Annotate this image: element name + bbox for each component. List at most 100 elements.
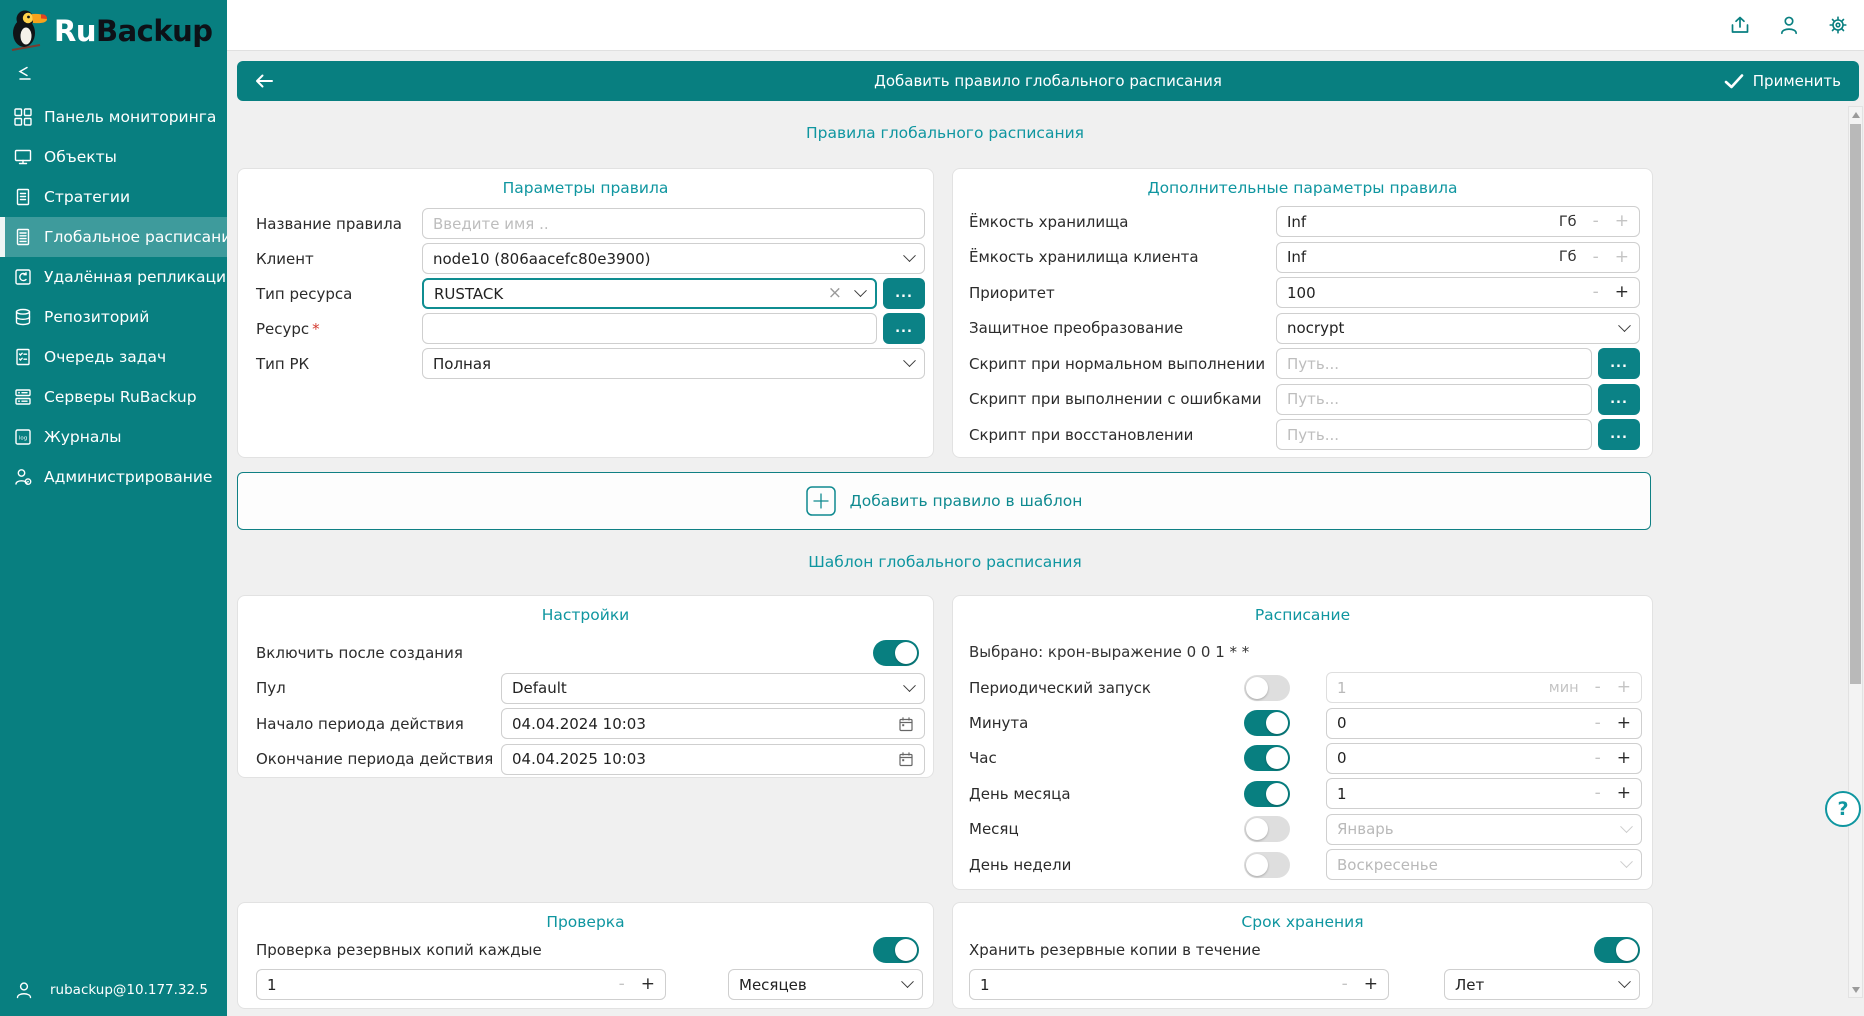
- weekday-toggle[interactable]: [1244, 852, 1290, 878]
- plus-stepper[interactable]: +: [1617, 785, 1631, 802]
- settings-gear-icon[interactable]: [1826, 13, 1850, 37]
- sidebar-item-global-schedule[interactable]: Глобальное расписание: [0, 217, 227, 257]
- periodic-run-toggle[interactable]: [1244, 675, 1290, 701]
- day-of-month-input[interactable]: 1 - +: [1326, 778, 1642, 809]
- periodic-run-input[interactable]: 1 мин - +: [1326, 672, 1642, 703]
- scroll-down-button[interactable]: [1849, 982, 1862, 997]
- script-restore-input[interactable]: Путь...: [1276, 419, 1592, 450]
- required-asterisk: *: [312, 320, 320, 338]
- verification-title: Проверка: [238, 903, 933, 931]
- script-error-label: Скрипт при выполнении с ошибками: [969, 390, 1276, 408]
- minus-stepper[interactable]: -: [1595, 785, 1601, 802]
- resource-type-combobox[interactable]: RUSTACK ×: [422, 278, 877, 309]
- crypt-row: Защитное преобразование nocrypt: [969, 311, 1640, 347]
- sidebar-collapse-button[interactable]: [0, 56, 227, 83]
- plus-stepper[interactable]: +: [641, 976, 655, 993]
- enable-after-create-toggle[interactable]: [873, 640, 919, 666]
- minus-stepper[interactable]: -: [1595, 715, 1601, 732]
- minus-stepper[interactable]: -: [1595, 679, 1601, 696]
- hour-input[interactable]: 0 - +: [1326, 743, 1642, 774]
- resource-label: Ресурс*: [256, 320, 422, 338]
- sidebar-item-dashboard[interactable]: Панель мониторинга: [0, 97, 227, 137]
- verification-value-input[interactable]: 1 - +: [256, 969, 666, 1000]
- minute-input[interactable]: 0 - +: [1326, 708, 1642, 739]
- logo-text: RuBackup: [54, 14, 213, 48]
- script-ok-label: Скрипт при нормальном выполнении: [969, 355, 1276, 373]
- sidebar-item-task-queue[interactable]: Очередь задач: [0, 337, 227, 377]
- day-of-month-label: День месяца: [969, 785, 1244, 803]
- verification-toggle[interactable]: [873, 937, 919, 963]
- plus-stepper[interactable]: +: [1617, 750, 1631, 767]
- script-restore-browse-button[interactable]: ...: [1598, 419, 1640, 450]
- profile-icon[interactable]: [1777, 13, 1801, 37]
- hour-toggle[interactable]: [1244, 745, 1290, 771]
- toucan-logo-icon: [8, 9, 48, 53]
- sidebar-item-strategies[interactable]: Стратегии: [0, 177, 227, 217]
- minus-stepper[interactable]: -: [1595, 750, 1601, 767]
- client-capacity-input[interactable]: Inf Гб - +: [1276, 242, 1640, 273]
- scroll-up-button[interactable]: [1849, 107, 1862, 122]
- retention-toggle[interactable]: [1594, 937, 1640, 963]
- rule-name-input[interactable]: Введите имя ..: [422, 208, 925, 239]
- script-error-input[interactable]: Путь...: [1276, 384, 1592, 415]
- sidebar-item-administration[interactable]: Администрирование: [0, 457, 227, 497]
- resource-input[interactable]: [422, 313, 877, 344]
- day-of-month-toggle[interactable]: [1244, 781, 1290, 807]
- script-ok-browse-button[interactable]: ...: [1598, 348, 1640, 379]
- resource-browse-button[interactable]: ...: [883, 313, 925, 344]
- period-end-input[interactable]: 04.04.2025 10:03: [501, 744, 925, 775]
- minus-stepper[interactable]: -: [1593, 249, 1599, 266]
- add-rule-to-template-button[interactable]: Добавить правило в шаблон: [237, 472, 1651, 530]
- apply-button[interactable]: Применить: [1724, 72, 1859, 90]
- verification-unit-select[interactable]: Месяцев: [728, 969, 923, 1000]
- resource-type-browse-button[interactable]: ...: [883, 278, 925, 309]
- toggle-knob: [895, 939, 917, 961]
- help-button[interactable]: ?: [1825, 791, 1861, 827]
- sidebar-item-servers[interactable]: Серверы RuBackup: [0, 377, 227, 417]
- plus-stepper[interactable]: +: [1364, 976, 1378, 993]
- rk-type-select[interactable]: Полная: [422, 348, 925, 379]
- plus-stepper[interactable]: +: [1615, 249, 1629, 266]
- minus-stepper[interactable]: -: [1593, 213, 1599, 230]
- toggle-knob: [895, 642, 917, 664]
- logo[interactable]: RuBackup: [0, 0, 227, 56]
- minus-stepper[interactable]: -: [1342, 976, 1348, 993]
- sidebar-item-replication[interactable]: Удалённая репликация: [0, 257, 227, 297]
- calendar-icon[interactable]: [898, 751, 914, 767]
- sidebar-item-objects[interactable]: Объекты: [0, 137, 227, 177]
- back-button[interactable]: [237, 61, 291, 101]
- capacity-input[interactable]: Inf Гб - +: [1276, 206, 1640, 237]
- chevron-down-icon: [903, 354, 916, 367]
- plus-stepper[interactable]: +: [1615, 213, 1629, 230]
- priority-input[interactable]: 100 - +: [1276, 277, 1640, 308]
- vertical-scrollbar[interactable]: [1848, 106, 1863, 998]
- rules-section-heading: Правила глобального расписания: [237, 124, 1653, 142]
- retention-toggle-row: Хранить резервные копии в течение: [969, 933, 1640, 967]
- period-start-input[interactable]: 04.04.2024 10:03: [501, 708, 925, 739]
- scrollbar-thumb[interactable]: [1850, 124, 1861, 684]
- plus-stepper[interactable]: +: [1617, 679, 1631, 696]
- schedule-card: Расписание Выбрано: крон-выражение 0 0 1…: [952, 595, 1653, 890]
- script-error-browse-button[interactable]: ...: [1598, 384, 1640, 415]
- clear-icon[interactable]: ×: [828, 285, 842, 302]
- calendar-icon[interactable]: [898, 716, 914, 732]
- upload-icon[interactable]: [1728, 13, 1752, 37]
- minute-toggle[interactable]: [1244, 710, 1290, 736]
- sidebar-item-label: Журналы: [44, 428, 122, 446]
- crypt-select[interactable]: nocrypt: [1276, 313, 1640, 344]
- month-toggle[interactable]: [1244, 816, 1290, 842]
- month-select[interactable]: Январь: [1326, 814, 1642, 845]
- sidebar-item-logs[interactable]: log Журналы: [0, 417, 227, 457]
- sidebar-user[interactable]: rubackup@10.177.32.5: [0, 980, 227, 1016]
- client-select[interactable]: node10 (806aacefc80e3900): [422, 243, 925, 274]
- minus-stepper[interactable]: -: [619, 976, 625, 993]
- retention-unit-select[interactable]: Лет: [1444, 969, 1640, 1000]
- plus-stepper[interactable]: +: [1615, 284, 1629, 301]
- retention-value-input[interactable]: 1 - +: [969, 969, 1389, 1000]
- script-ok-input[interactable]: Путь...: [1276, 348, 1592, 379]
- minus-stepper[interactable]: -: [1593, 284, 1599, 301]
- plus-stepper[interactable]: +: [1617, 715, 1631, 732]
- pool-select[interactable]: Default: [501, 673, 925, 704]
- weekday-select[interactable]: Воскресенье: [1326, 849, 1642, 880]
- sidebar-item-repository[interactable]: Репозиторий: [0, 297, 227, 337]
